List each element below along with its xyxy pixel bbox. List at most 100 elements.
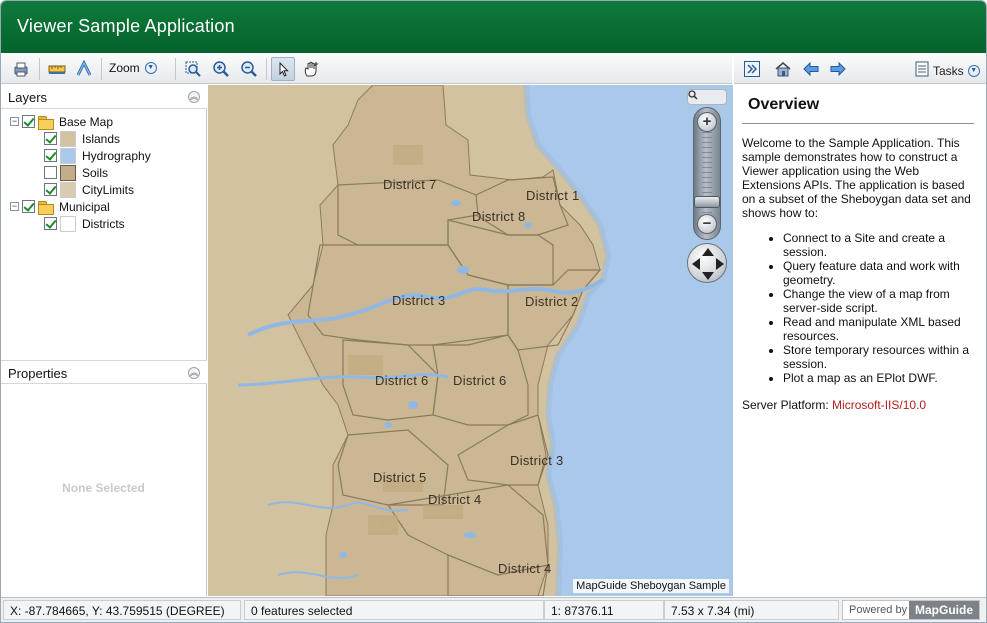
collapse-icon[interactable]: ︽ bbox=[188, 91, 200, 103]
layer-item-islands[interactable]: Islands bbox=[44, 130, 120, 147]
layer-item-hydrography[interactable]: Hydrography bbox=[44, 147, 151, 164]
layers-panel-header: Layers ︽ bbox=[1, 85, 207, 109]
map-toolbar: Zoom ▼ bbox=[1, 54, 732, 84]
selection-count: 0 features selected bbox=[244, 600, 544, 620]
list-item: Change the view of a map from server-sid… bbox=[783, 287, 974, 315]
status-bar: X: -87.784665, Y: 43.759515 (DEGREE) 0 f… bbox=[1, 597, 986, 622]
folder-icon bbox=[38, 200, 54, 215]
mapguide-logo: MapGuide bbox=[909, 601, 979, 619]
task-toolbar: Tasks ▼ bbox=[734, 54, 986, 84]
zoom-menu-button[interactable]: Zoom ▼ bbox=[109, 61, 157, 75]
district-label: District 6 bbox=[453, 373, 507, 388]
map-size: 7.53 x 7.34 (mi) bbox=[664, 600, 839, 620]
layer-group-checkbox[interactable] bbox=[22, 200, 35, 213]
layer-group-base-map[interactable]: − Base Map bbox=[10, 113, 113, 130]
layer-item-districts[interactable]: Districts bbox=[44, 215, 125, 232]
powered-by-badge[interactable]: Powered by MapGuide bbox=[842, 600, 980, 620]
layer-group-municipal[interactable]: − Municipal bbox=[10, 198, 110, 215]
back-icon[interactable] bbox=[799, 57, 823, 81]
district-label: District 6 bbox=[375, 373, 429, 388]
tasks-menu-button[interactable]: Tasks ▼ bbox=[915, 61, 980, 80]
map-caption: MapGuide Sheboygan Sample bbox=[573, 579, 729, 593]
chevron-down-icon: ▼ bbox=[144, 62, 157, 74]
list-item: Store temporary resources within a sessi… bbox=[783, 343, 974, 371]
collapse-icon[interactable]: ︽ bbox=[188, 367, 200, 379]
list-item: Query feature data and work with geometr… bbox=[783, 259, 974, 287]
list-item: Connect to a Site and create a session. bbox=[783, 231, 974, 259]
layer-label: Islands bbox=[82, 131, 121, 146]
collapse-tree-icon[interactable]: − bbox=[10, 117, 19, 126]
layer-group-label: Municipal bbox=[59, 199, 110, 214]
layer-checkbox[interactable] bbox=[44, 183, 57, 196]
navigation-control: + − bbox=[687, 89, 727, 285]
district-label: District 7 bbox=[383, 177, 437, 192]
task-pane-title: Overview bbox=[748, 96, 820, 113]
layer-label: Soils bbox=[82, 165, 109, 180]
title-bar: Viewer Sample Application bbox=[1, 1, 986, 53]
layer-checkbox[interactable] bbox=[44, 149, 57, 162]
zoom-slider[interactable]: + − bbox=[693, 107, 721, 240]
layer-checkbox[interactable] bbox=[44, 132, 57, 145]
pan-control[interactable] bbox=[687, 243, 727, 283]
district-label: District 8 bbox=[472, 209, 526, 224]
map-view[interactable]: District 7 District 1 District 8 Distric… bbox=[208, 85, 733, 596]
layer-swatch-icon bbox=[60, 147, 76, 164]
zoom-slider-track bbox=[702, 132, 712, 222]
properties-panel-header: Properties ︽ bbox=[1, 360, 207, 384]
measure-icon[interactable] bbox=[45, 57, 69, 81]
folder-icon bbox=[38, 115, 54, 130]
forward-icon[interactable] bbox=[826, 57, 850, 81]
district-label: District 3 bbox=[392, 293, 446, 308]
layer-swatch-icon bbox=[60, 181, 76, 198]
layers-panel-title: Layers bbox=[8, 90, 48, 105]
viewer-window: Viewer Sample Application Zoom ▼ Tasks ▼… bbox=[0, 0, 987, 623]
coordinates-readout: X: -87.784665, Y: 43.759515 (DEGREE) bbox=[3, 600, 241, 620]
zoom-out-icon[interactable] bbox=[237, 57, 261, 81]
layer-swatch-icon bbox=[60, 130, 76, 147]
district-label: District 1 bbox=[526, 188, 580, 203]
pan-arrows-icon bbox=[692, 248, 724, 280]
layer-swatch-icon bbox=[60, 215, 76, 232]
district-label: District 4 bbox=[498, 561, 552, 576]
layer-label: CityLimits bbox=[82, 182, 135, 197]
left-sidebar: Layers ︽ − Base Map Islands Hydrography bbox=[1, 85, 207, 596]
buffer-icon[interactable] bbox=[72, 57, 96, 81]
map-canvas[interactable] bbox=[208, 85, 733, 596]
collapse-tree-icon[interactable]: − bbox=[10, 202, 19, 211]
home-icon[interactable] bbox=[771, 57, 795, 81]
zoom-slider-handle[interactable] bbox=[694, 196, 720, 208]
server-platform-label: Server Platform: bbox=[742, 398, 829, 412]
select-icon[interactable] bbox=[271, 57, 295, 81]
divider bbox=[742, 123, 974, 124]
feature-list: Connect to a Site and create a session. … bbox=[766, 231, 974, 385]
zoom-in-icon[interactable] bbox=[209, 57, 233, 81]
zoom-rectangle-icon[interactable] bbox=[181, 57, 205, 81]
print-icon[interactable] bbox=[9, 57, 33, 81]
list-item: Plot a map as an EPlot DWF. bbox=[783, 371, 974, 385]
district-label: District 3 bbox=[510, 453, 564, 468]
toolbar-separator bbox=[39, 58, 40, 80]
pan-icon[interactable] bbox=[299, 57, 323, 81]
layer-item-soils[interactable]: Soils bbox=[44, 164, 108, 181]
layer-label: Hydrography bbox=[82, 148, 151, 163]
server-platform: Server Platform: Microsoft-IIS/10.0 bbox=[742, 398, 926, 412]
layer-label: Districts bbox=[82, 216, 125, 231]
app-title: Viewer Sample Application bbox=[17, 16, 235, 36]
zoom-menu-label: Zoom bbox=[109, 61, 140, 75]
toolbar-separator bbox=[175, 58, 176, 80]
zoom-search-button[interactable] bbox=[687, 89, 727, 105]
layer-swatch-icon bbox=[60, 164, 76, 181]
layer-item-citylimits[interactable]: CityLimits bbox=[44, 181, 134, 198]
district-label: District 4 bbox=[428, 492, 482, 507]
layer-group-checkbox[interactable] bbox=[22, 115, 35, 128]
chevron-down-icon: ▼ bbox=[967, 64, 980, 77]
layer-checkbox[interactable] bbox=[44, 166, 57, 179]
zoom-in-button[interactable]: + bbox=[697, 112, 717, 132]
zoom-out-button[interactable]: − bbox=[697, 214, 717, 234]
layer-checkbox[interactable] bbox=[44, 217, 57, 230]
tasks-menu-label: Tasks bbox=[933, 63, 964, 78]
expand-icon[interactable] bbox=[740, 57, 764, 81]
properties-body: None Selected bbox=[1, 385, 206, 596]
toolbar-separator bbox=[266, 58, 267, 80]
server-platform-value: Microsoft-IIS/10.0 bbox=[832, 398, 927, 412]
